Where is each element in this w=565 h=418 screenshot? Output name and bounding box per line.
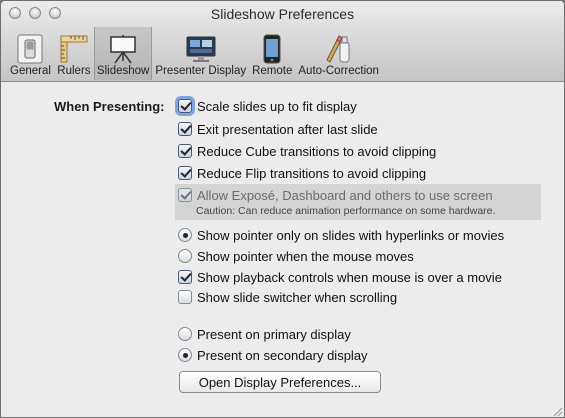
option-label: Exit presentation after last slide (197, 121, 378, 137)
slideshow-pane: When Presenting: Scale slides up to fit … (1, 82, 564, 417)
option-label: Allow Exposé, Dashboard and others to us… (197, 187, 493, 203)
tab-label: Remote (252, 65, 293, 77)
option-label: Present on secondary display (197, 347, 368, 363)
presenter-display-icon (184, 33, 218, 65)
scale-slides-checkbox[interactable] (178, 99, 192, 113)
pointer-mouse-moves-option[interactable]: Show pointer when the mouse moves (178, 246, 414, 266)
pointer-mouse-moves-radio[interactable] (178, 249, 192, 263)
window-title: Slideshow Preferences (210, 6, 355, 22)
tab-label: General (10, 65, 51, 77)
tab-presenter-display[interactable]: Presenter Display (152, 27, 249, 80)
exit-after-last-option[interactable]: Exit presentation after last slide (178, 119, 378, 139)
slide-switcher-option[interactable]: Show slide switcher when scrolling (178, 287, 397, 307)
tab-remote[interactable]: Remote (249, 27, 295, 80)
playback-controls-option[interactable]: Show playback controls when mouse is ove… (178, 267, 502, 287)
option-label: Reduce Cube transitions to avoid clippin… (197, 143, 437, 159)
tab-general[interactable]: General (7, 27, 54, 80)
option-label: Reduce Flip transitions to avoid clippin… (197, 165, 427, 181)
exit-after-last-checkbox[interactable] (178, 122, 192, 136)
resize-grip-icon[interactable] (552, 406, 562, 416)
caution-note: Caution: Can reduce animation performanc… (196, 205, 496, 217)
preferences-window: Slideshow Preferences General Rulers Sli… (0, 0, 565, 418)
pointer-hyperlinks-radio[interactable] (178, 228, 192, 242)
tab-label: Auto-Correction (298, 65, 379, 77)
tab-auto-correction[interactable]: Auto-Correction (295, 27, 382, 80)
pointer-hyperlinks-option[interactable]: Show pointer only on slides with hyperli… (178, 225, 504, 245)
tab-label: Slideshow (96, 65, 150, 77)
tab-label: Presenter Display (155, 65, 247, 77)
preference-tabs: General Rulers Slideshow Presenter Displ… (7, 27, 382, 80)
reduce-cube-option[interactable]: Reduce Cube transitions to avoid clippin… (178, 141, 436, 161)
slideshow-easel-icon (106, 33, 140, 65)
reduce-cube-checkbox[interactable] (178, 144, 192, 158)
titlebar-toolbar: Slideshow Preferences General Rulers Sli… (1, 1, 564, 82)
general-switch-icon (13, 33, 47, 65)
slide-switcher-checkbox[interactable] (178, 290, 192, 304)
option-label: Show pointer only on slides with hyperli… (197, 227, 505, 243)
scale-slides-option[interactable]: Scale slides up to fit display (178, 96, 357, 116)
option-label: Show pointer when the mouse moves (197, 248, 414, 264)
rulers-icon (57, 33, 91, 65)
tab-slideshow[interactable]: Slideshow (93, 27, 153, 80)
primary-display-radio[interactable] (178, 327, 192, 341)
when-presenting-label: When Presenting: (54, 99, 165, 114)
reduce-flip-option[interactable]: Reduce Flip transitions to avoid clippin… (178, 163, 426, 183)
tab-label: Rulers (57, 65, 91, 77)
open-display-preferences-button[interactable]: Open Display Preferences... (179, 371, 381, 393)
option-label: Show slide switcher when scrolling (197, 289, 398, 305)
allow-expose-checkbox[interactable] (178, 188, 192, 202)
option-label: Scale slides up to fit display (197, 98, 357, 114)
option-label: Present on primary display (197, 326, 351, 342)
primary-display-option[interactable]: Present on primary display (178, 324, 351, 344)
tab-rulers[interactable]: Rulers (54, 27, 94, 80)
auto-correction-icon (322, 33, 356, 65)
remote-iphone-icon (255, 33, 289, 65)
secondary-display-radio[interactable] (178, 348, 192, 362)
playback-controls-checkbox[interactable] (178, 270, 192, 284)
secondary-display-option[interactable]: Present on secondary display (178, 345, 368, 365)
option-label: Show playback controls when mouse is ove… (197, 269, 502, 285)
reduce-flip-checkbox[interactable] (178, 166, 192, 180)
allow-expose-option[interactable]: Allow Exposé, Dashboard and others to us… (178, 185, 493, 205)
